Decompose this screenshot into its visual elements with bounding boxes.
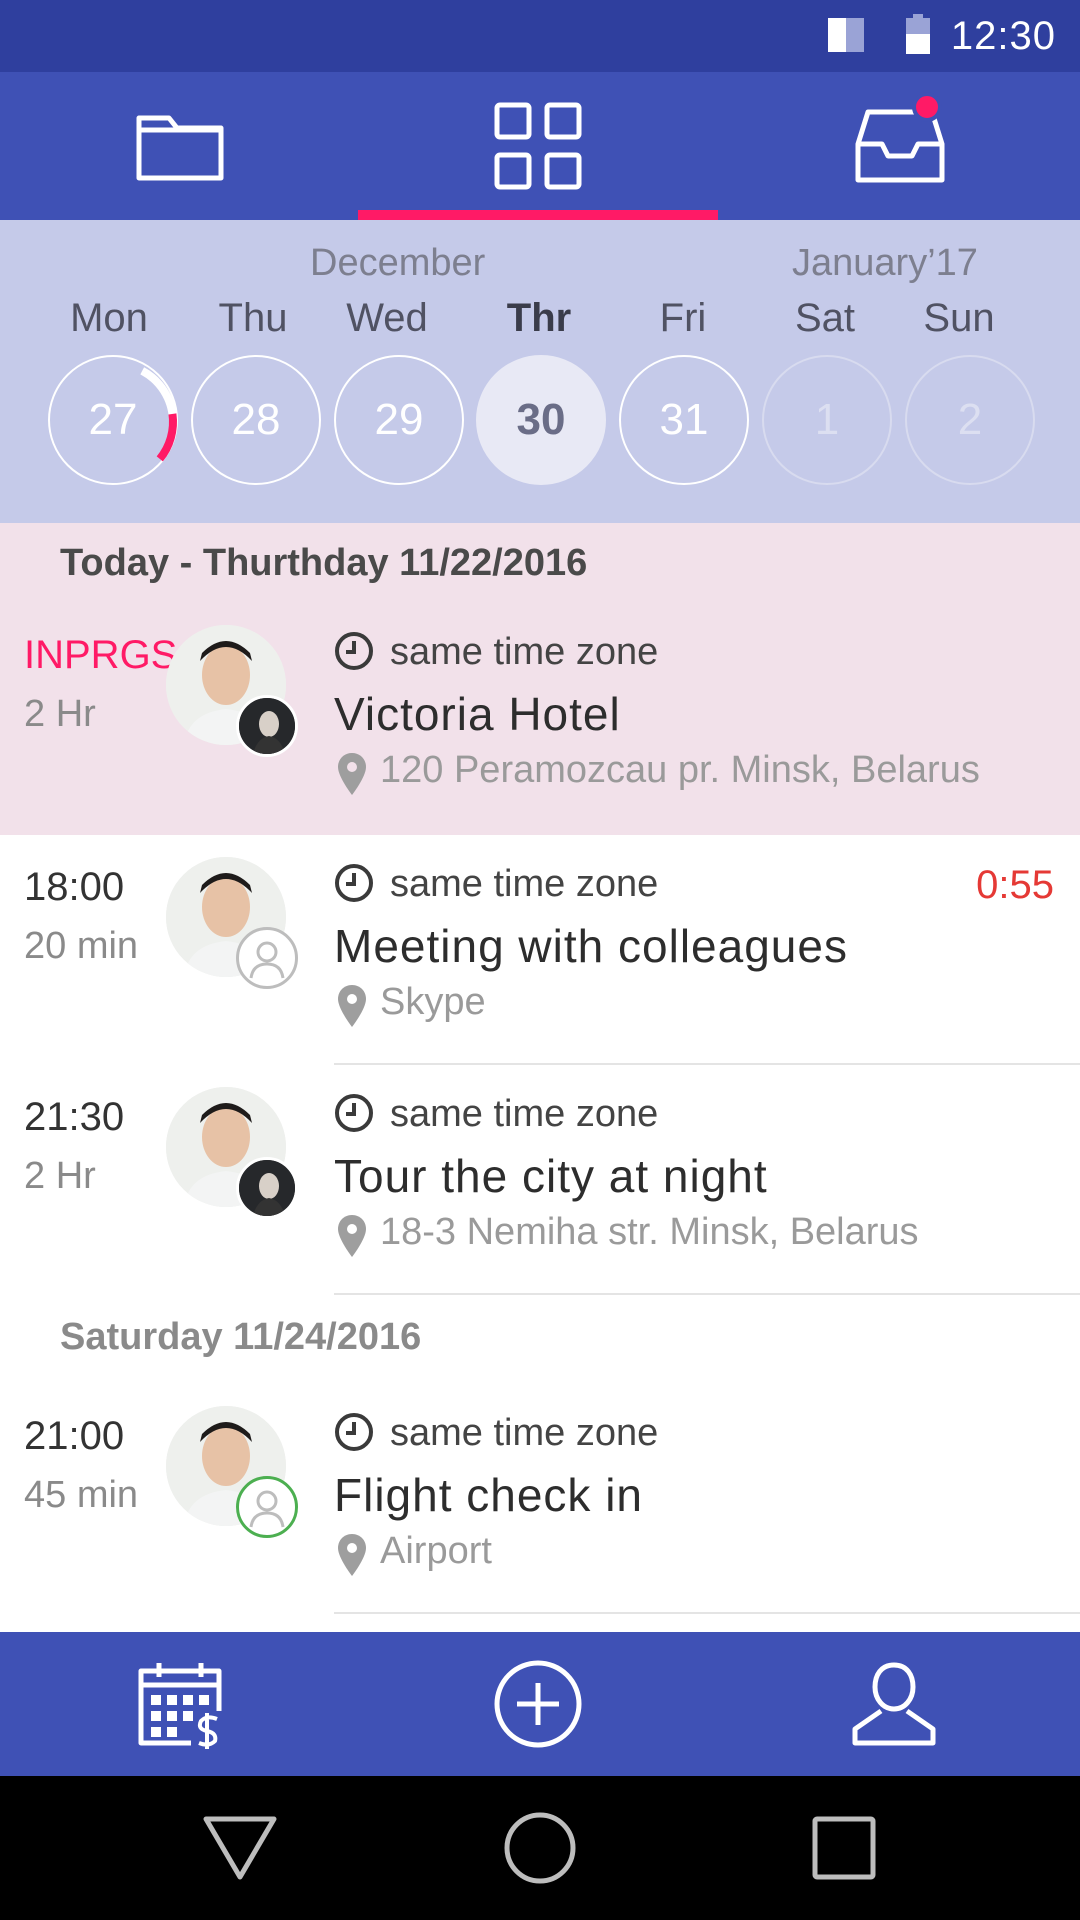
- bottom-nav: [0, 1632, 1080, 1776]
- event-row[interactable]: 21:30 2 Hr same time zone Tour the city …: [0, 1065, 1080, 1295]
- event-title: Victoria Hotel: [334, 688, 621, 740]
- nav-calendar-pricing[interactable]: [0, 1632, 360, 1776]
- top-tab-bar: [0, 72, 1080, 220]
- add-event-button[interactable]: [358, 1632, 718, 1776]
- event-duration: 45 min: [24, 1474, 139, 1516]
- secondary-avatar: [236, 1157, 298, 1219]
- signal-icon: [828, 18, 864, 52]
- status-time: 12:30: [950, 14, 1056, 58]
- date-31[interactable]: 31: [619, 355, 749, 485]
- status-bar: 12:30: [0, 0, 1080, 72]
- day-label-sat: Sat: [794, 296, 856, 340]
- location-pin-icon: [338, 1215, 366, 1257]
- tab-folder[interactable]: [0, 72, 360, 220]
- battery-icon: [906, 14, 930, 54]
- date-30[interactable]: 30: [476, 355, 606, 485]
- event-status: INPRGS: [24, 633, 178, 677]
- event-countdown: 0:55: [976, 863, 1054, 907]
- event-time: 18:00: [24, 865, 125, 909]
- secondary-avatar: [236, 695, 298, 757]
- event-duration: 2 Hr: [24, 693, 96, 735]
- event-title: Meeting with colleagues: [334, 920, 848, 972]
- event-time: 21:30: [24, 1095, 125, 1139]
- event-duration: 20 min: [24, 925, 139, 967]
- divider: [334, 1293, 1080, 1295]
- day-label-thu: Thu: [218, 296, 288, 340]
- folder-icon: [136, 115, 224, 181]
- placeholder-avatar-icon: [236, 927, 298, 989]
- notification-badge: [912, 92, 942, 122]
- event-timezone: same time zone: [390, 1093, 659, 1135]
- location-pin-icon: [338, 985, 366, 1027]
- grid-icon: [494, 102, 582, 190]
- section-header-saturday: Saturday 11/24/2016: [60, 1315, 422, 1358]
- event-location: 18-3 Nemiha str. Minsk, Belarus: [380, 1211, 919, 1253]
- add-circle-icon: [494, 1660, 582, 1748]
- event-timezone: same time zone: [390, 631, 659, 673]
- clock-icon: [335, 632, 373, 670]
- event-location: Airport: [380, 1530, 492, 1572]
- event-row[interactable]: 21:00 45 min same time zone Flight check…: [0, 1384, 1080, 1614]
- month-label-december: December: [310, 242, 486, 284]
- month-label-january: January’17: [792, 242, 978, 284]
- event-time: 21:00: [24, 1414, 125, 1458]
- event-location: 120 Peramozcau pr. Minsk, Belarus: [380, 749, 980, 791]
- event-row[interactable]: 18:00 20 min same time zone 0:55 Meeting…: [0, 835, 1080, 1065]
- recents-button[interactable]: [664, 1776, 1024, 1920]
- day-label-fri: Fri: [659, 296, 707, 340]
- date-27[interactable]: 27: [48, 355, 178, 485]
- system-nav-bar: [0, 1776, 1080, 1920]
- user-icon: [852, 1662, 936, 1746]
- event-row[interactable]: INPRGS 2 Hr same time zone Victoria Hote…: [0, 603, 1080, 835]
- day-label-sun: Sun: [923, 296, 995, 340]
- day-label-thr: Thr: [506, 296, 572, 340]
- date-1[interactable]: 1: [762, 355, 892, 485]
- clock-icon: [335, 1094, 373, 1132]
- date-2[interactable]: 2: [905, 355, 1035, 485]
- clock-icon: [335, 1413, 373, 1451]
- tab-inbox[interactable]: [720, 72, 1080, 220]
- location-pin-icon: [338, 753, 366, 795]
- event-duration: 2 Hr: [24, 1155, 96, 1197]
- divider: [334, 1612, 1080, 1614]
- active-tab-indicator: [358, 210, 718, 220]
- event-title: Flight check in: [334, 1469, 644, 1521]
- tab-grid[interactable]: [358, 72, 718, 220]
- nav-profile[interactable]: [714, 1632, 1074, 1776]
- recents-square-icon: [812, 1816, 876, 1880]
- event-location: Skype: [380, 981, 486, 1023]
- back-triangle-icon: [203, 1816, 277, 1880]
- home-circle-icon: [504, 1812, 576, 1884]
- event-timezone: same time zone: [390, 863, 659, 905]
- week-calendar: December January’17 Mon Thu Wed Thr Fri …: [0, 220, 1080, 523]
- day-label-mon: Mon: [70, 296, 148, 340]
- day-label-wed: Wed: [346, 296, 428, 340]
- event-title: Tour the city at night: [334, 1150, 768, 1202]
- date-28[interactable]: 28: [191, 355, 321, 485]
- calendar-dollar-icon: [138, 1663, 222, 1749]
- placeholder-avatar-icon: [236, 1476, 298, 1538]
- section-header-today: Today - Thurthday 11/22/2016: [0, 523, 1080, 603]
- event-timezone: same time zone: [390, 1412, 659, 1454]
- clock-icon: [335, 864, 373, 902]
- location-pin-icon: [338, 1534, 366, 1576]
- date-29[interactable]: 29: [334, 355, 464, 485]
